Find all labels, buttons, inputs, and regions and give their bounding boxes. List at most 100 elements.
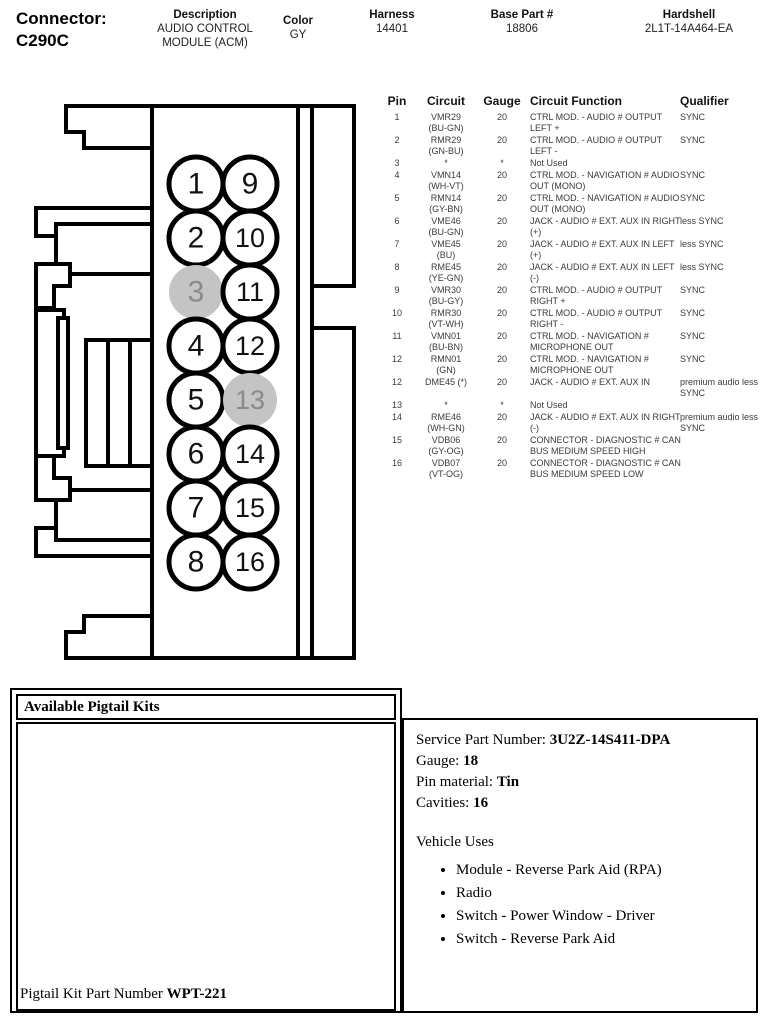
svg-text:14: 14 [235,439,265,469]
pigtail-section: Available Pigtail Kits Pigtail Kit Part … [10,688,758,1013]
column-header-circuit: Circuit [426,94,465,108]
cell-gauge: 20 [496,112,507,122]
connector-label: Connector: [16,9,107,28]
table-row: 9 VMR30 (BU-GY) 20 CTRL MOD. - AUDIO # OUTPU… [384,285,764,307]
cell-pin: 13 [391,400,402,410]
cell-function: JACK - AUDIO # EXT. AUX IN LEFT (-) [530,262,675,284]
cell-gauge: 20 [496,285,507,295]
cell-pin: 5 [394,193,400,203]
table-row: 11 VMN01 (BU-BN) 20 CTRL MOD. - NAVIGATION #… [384,331,764,353]
svg-text:6: 6 [188,438,205,471]
svg-text:11: 11 [236,277,264,307]
cell-pin: 9 [394,285,400,295]
svg-text:4: 4 [188,330,205,363]
cell-gauge: * [500,400,504,410]
table-row: 8 RME45 (YE-GN) 20 JACK - AUDIO # EXT. AUX I… [384,262,764,284]
cell-function: CONNECTOR - DIAGNOSTIC # CAN BUS MEDIUM … [530,435,681,457]
list-item: Module - Reverse Park Aid (RPA) [456,859,746,881]
pigtail-kit-part-value: WPT-221 [166,986,227,1002]
cell-circuit: RMN14 (GY-BN) [429,193,463,215]
svg-text:1: 1 [188,168,205,201]
description-value: AUDIO CONTROL MODULE (ACM) [157,23,253,49]
connector-drawing: 1 2 3 4 5 6 7 8 9 10 11 12 13 14 15 16 [14,96,374,676]
cell-pin: 11 [392,331,402,341]
cell-function: CTRL MOD. - NAVIGATION # MICROPHONE OUT [530,354,649,376]
connector-id: C290C [16,31,69,50]
cell-qualifier: SYNC [680,170,706,180]
cell-gauge: 20 [496,262,507,272]
table-row: 2 RMR29 (GN-BU) 20 CTRL MOD. - AUDIO # OUTPU… [384,135,764,157]
color-value: GY [289,29,307,41]
pin-table-body: 1 VMR29 (BU-GN) 20 CTRL MOD. - AUDIO # OUTPU… [384,112,764,480]
gauge-value: 18 [463,753,479,769]
column-header-qualifier: Qualifier [680,94,729,108]
list-item: Switch - Reverse Park Aid [456,928,746,950]
cell-function: CTRL MOD. - NAVIGATION # AUDIO OUT (MONO… [530,170,680,192]
harness-label: Harness [369,9,415,21]
cell-circuit: RME46 (WH-GN) [427,412,465,434]
cavities-row: Cavities: 16 [416,793,746,814]
pigtail-kits-title: Available Pigtail Kits [24,698,160,715]
pin-table: Pin Circuit Gauge Circuit Function Quali… [384,94,764,481]
hardshell-label: Hardshell [662,9,716,21]
cell-circuit: VMR30 (BU-GY) [428,285,464,307]
list-item: Radio [456,882,746,904]
cell-gauge: 20 [496,308,507,318]
pigtail-specs-panel: Service Part Number: 3U2Z-14S411-DPA Gau… [402,718,758,1013]
cell-function: JACK - AUDIO # EXT. AUX IN LEFT (+) [530,239,675,261]
cell-circuit: RMR30 (VT-WH) [428,308,464,330]
cell-gauge: 20 [496,135,507,145]
cavities-value: 16 [473,795,489,811]
column-header-gauge: Gauge [483,94,521,108]
cell-gauge: 20 [496,170,507,180]
cell-circuit: VMN14 (WH-VT) [428,170,464,192]
cell-circuit: DME45 (*) [424,377,467,387]
svg-text:10: 10 [235,223,265,253]
cell-circuit: VME45 (BU) [431,239,461,261]
cell-circuit: * [444,400,448,410]
svg-text:12: 12 [235,331,265,361]
cell-pin: 3 [394,158,400,168]
pigtail-kit-part-number: Pigtail Kit Part Number WPT-221 [20,986,227,1003]
cell-function: CONNECTOR - DIAGNOSTIC # CAN BUS MEDIUM … [530,458,681,480]
cell-function: Not Used [530,400,568,410]
table-row: 10 RMR30 (VT-WH) 20 CTRL MOD. - AUDIO # OUTP… [384,308,764,330]
cell-function: CTRL MOD. - AUDIO # OUTPUT LEFT + [530,112,663,134]
cell-gauge: * [500,158,504,168]
cell-gauge: 20 [496,239,507,249]
cell-function: JACK - AUDIO # EXT. AUX IN [530,377,651,387]
column-header-function: Circuit Function [530,94,622,108]
cell-pin: 14 [391,412,402,422]
cell-circuit: VMN01 (BU-BN) [429,331,463,353]
cell-circuit: VDB07 (VT-OG) [429,458,463,480]
service-part-number-row: Service Part Number: 3U2Z-14S411-DPA [416,730,746,751]
cell-gauge: 20 [496,331,507,341]
pin-material-label: Pin material: [416,774,494,790]
cell-circuit: RMR29 (GN-BU) [428,135,464,157]
hardshell-value: 2L1T-14A464-EA [644,23,734,35]
cell-function: CTRL MOD. - AUDIO # OUTPUT RIGHT - [530,308,663,330]
svg-text:15: 15 [235,493,265,523]
cell-pin: 15 [391,435,402,445]
table-row: 7 VME45 (BU) 20 JACK - AUDIO # EXT. AUX IN L… [384,239,764,261]
pin-table-header-row: Pin Circuit Gauge Circuit Function Quali… [384,94,764,112]
cell-function: CTRL MOD. - AUDIO # OUTPUT LEFT - [530,135,663,157]
cell-circuit: VMR29 (BU-GN) [428,112,464,134]
cell-pin: 2 [394,135,400,145]
cell-qualifier: SYNC [680,331,706,341]
cell-gauge: 20 [496,193,507,203]
cell-gauge: 20 [496,377,507,387]
base-part-value: 18806 [506,23,538,35]
cell-qualifier: less SYNC [680,262,724,272]
cell-pin: 1 [394,112,400,122]
cell-pin: 10 [391,308,402,318]
gauge-label: Gauge: [416,753,460,769]
pin-material-row: Pin material: Tin [416,772,746,793]
svg-text:13: 13 [235,385,265,415]
base-part-field: Base Part # 18806 [466,8,578,36]
color-field: Color GY [272,14,324,42]
table-row: 4 VMN14 (WH-VT) 20 CTRL MOD. - NAVIGATION # … [384,170,764,192]
cell-qualifier: premium audio less SYNC [680,412,759,434]
table-row: 14 RME46 (WH-GN) 20 JACK - AUDIO # EXT. AUX … [384,412,764,434]
cavities-label: Cavities: [416,795,470,811]
